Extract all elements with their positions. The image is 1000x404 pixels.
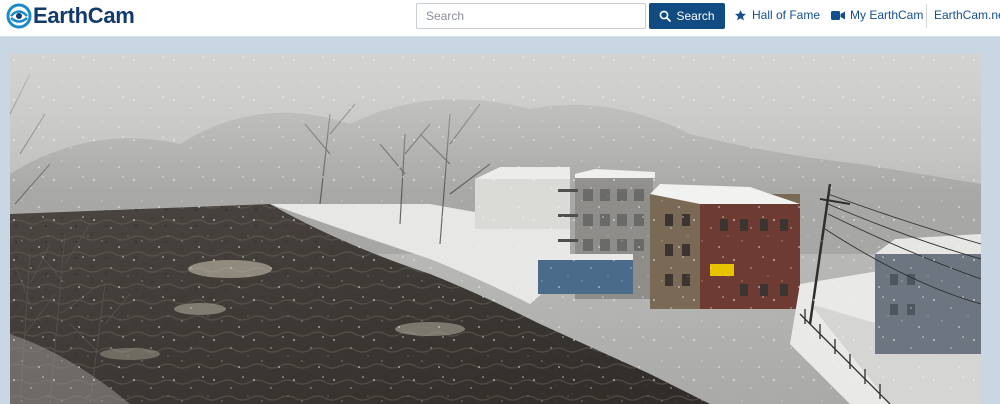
search-button-label: Search (676, 9, 715, 23)
search-icon (660, 10, 672, 22)
webcam-view[interactable] (10, 54, 981, 404)
webcam-image (10, 54, 981, 404)
my-earthcam-label: My EarthCam (850, 8, 924, 22)
hall-of-fame-link[interactable]: Hall of Fame (734, 6, 820, 24)
star-icon (735, 9, 746, 20)
hall-of-fame-label: Hall of Fame (752, 8, 821, 22)
earthcam-net-link[interactable]: EarthCam.net (934, 6, 1000, 24)
search-button[interactable]: Search (649, 3, 725, 29)
earthcam-net-label: EarthCam.net (934, 8, 1000, 22)
nav-divider (926, 4, 927, 28)
earthcam-globe-icon (6, 3, 32, 29)
earthcam-logo[interactable]: EarthCam (6, 2, 135, 30)
video-camera-icon (831, 10, 845, 20)
logo-text: EarthCam (33, 3, 135, 28)
search-input[interactable] (416, 3, 646, 29)
site-header: EarthCam Search Hall of Fame My EarthCam… (0, 0, 1000, 37)
my-earthcam-link[interactable]: My EarthCam (831, 6, 923, 24)
